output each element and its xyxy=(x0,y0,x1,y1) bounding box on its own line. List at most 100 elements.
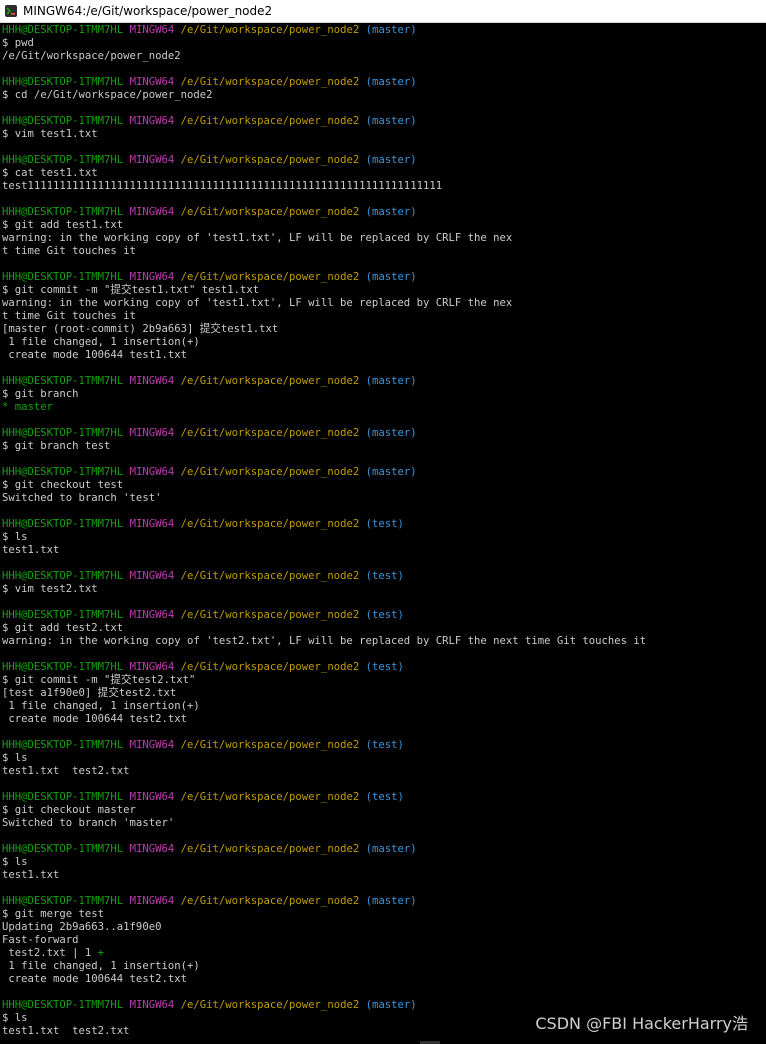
command-line: $ git commit -m "提交test1.txt" test1.txt xyxy=(2,284,260,296)
prompt-line: HHH@DESKTOP-1TMM7HL MINGW64 /e/Git/works… xyxy=(2,609,766,622)
prompt-branch: (master) xyxy=(365,154,417,166)
prompt-env: MINGW64 xyxy=(129,375,175,387)
prompt-line: HHH@DESKTOP-1TMM7HL MINGW64 /e/Git/works… xyxy=(2,518,766,531)
prompt-path: /e/Git/workspace/power_node2 xyxy=(180,206,360,218)
output-line: create mode 100644 test2.txt xyxy=(2,713,187,725)
prompt-env: MINGW64 xyxy=(129,609,175,621)
output-line: create mode 100644 test2.txt xyxy=(2,973,187,985)
prompt-line: HHH@DESKTOP-1TMM7HL MINGW64 /e/Git/works… xyxy=(2,206,766,219)
command-line: $ ls xyxy=(2,531,28,543)
output-line: Switched to branch 'test' xyxy=(2,492,162,504)
command-line: $ cd /e/Git/workspace/power_node2 xyxy=(2,89,213,101)
output-line: /e/Git/workspace/power_node2 xyxy=(2,50,181,62)
command-line: $ git branch test xyxy=(2,440,111,452)
prompt-env: MINGW64 xyxy=(129,843,175,855)
prompt-user-host: HHH@DESKTOP-1TMM7HL xyxy=(2,661,124,673)
output-line: test1.txt test2.txt xyxy=(2,765,130,777)
output-line: test111111111111111111111111111111111111… xyxy=(2,180,443,192)
prompt-env: MINGW64 xyxy=(129,466,175,478)
prompt-env: MINGW64 xyxy=(129,24,175,36)
prompt-path: /e/Git/workspace/power_node2 xyxy=(180,518,360,530)
prompt-env: MINGW64 xyxy=(129,518,175,530)
command-line: $ ls xyxy=(2,752,28,764)
prompt-line: HHH@DESKTOP-1TMM7HL MINGW64 /e/Git/works… xyxy=(2,427,766,440)
command-line: $ git checkout test xyxy=(2,479,124,491)
prompt-user-host: HHH@DESKTOP-1TMM7HL xyxy=(2,739,124,751)
output-line: t time Git touches it xyxy=(2,245,136,257)
prompt-env: MINGW64 xyxy=(129,76,175,88)
prompt-user-host: HHH@DESKTOP-1TMM7HL xyxy=(2,115,124,127)
command-line: $ git branch xyxy=(2,388,79,400)
prompt-branch: (master) xyxy=(365,466,417,478)
prompt-env: MINGW64 xyxy=(129,570,175,582)
prompt-env: MINGW64 xyxy=(129,895,175,907)
prompt-branch: (test) xyxy=(365,609,404,621)
prompt-user-host: HHH@DESKTOP-1TMM7HL xyxy=(2,466,124,478)
prompt-env: MINGW64 xyxy=(129,791,175,803)
prompt-env: MINGW64 xyxy=(129,661,175,673)
output-line: 1 file changed, 1 insertion(+) xyxy=(2,960,200,972)
prompt-user-host: HHH@DESKTOP-1TMM7HL xyxy=(2,271,124,283)
prompt-path: /e/Git/workspace/power_node2 xyxy=(180,154,360,166)
prompt-line: HHH@DESKTOP-1TMM7HL MINGW64 /e/Git/works… xyxy=(2,739,766,752)
command-line: $ vim test2.txt xyxy=(2,583,98,595)
terminal-window: MINGW64:/e/Git/workspace/power_node2 HHH… xyxy=(0,0,766,1044)
command-line: $ git merge test xyxy=(2,908,105,920)
output-line: test1.txt xyxy=(2,544,60,556)
command-line: $ pwd xyxy=(2,37,34,49)
prompt-env: MINGW64 xyxy=(129,271,175,283)
output-line: 1 file changed, 1 insertion(+) xyxy=(2,336,200,348)
prompt-branch: (test) xyxy=(365,791,404,803)
prompt-line: HHH@DESKTOP-1TMM7HL MINGW64 /e/Git/works… xyxy=(2,791,766,804)
prompt-branch: (test) xyxy=(365,518,404,530)
prompt-path: /e/Git/workspace/power_node2 xyxy=(180,570,360,582)
command-line: $ vim test1.txt xyxy=(2,128,98,140)
git-bash-icon xyxy=(4,4,18,18)
current-branch-line: * master xyxy=(2,401,766,414)
diffstat-line: test2.txt | 1 + xyxy=(2,947,766,960)
prompt-path: /e/Git/workspace/power_node2 xyxy=(180,609,360,621)
prompt-line: HHH@DESKTOP-1TMM7HL MINGW64 /e/Git/works… xyxy=(2,570,766,583)
prompt-path: /e/Git/workspace/power_node2 xyxy=(180,427,360,439)
prompt-user-host: HHH@DESKTOP-1TMM7HL xyxy=(2,24,124,36)
output-line: Switched to branch 'master' xyxy=(2,817,175,829)
prompt-env: MINGW64 xyxy=(129,154,175,166)
terminal-output[interactable]: HHH@DESKTOP-1TMM7HL MINGW64 /e/Git/works… xyxy=(0,24,766,1044)
prompt-branch: (master) xyxy=(365,999,417,1011)
prompt-path: /e/Git/workspace/power_node2 xyxy=(180,76,360,88)
prompt-env: MINGW64 xyxy=(129,999,175,1011)
prompt-user-host: HHH@DESKTOP-1TMM7HL xyxy=(2,76,124,88)
prompt-branch: (test) xyxy=(365,661,404,673)
output-line: Fast-forward xyxy=(2,934,79,946)
command-line: $ git add test2.txt xyxy=(2,622,124,634)
prompt-path: /e/Git/workspace/power_node2 xyxy=(180,24,360,36)
prompt-branch: (master) xyxy=(365,843,417,855)
prompt-path: /e/Git/workspace/power_node2 xyxy=(180,661,360,673)
prompt-branch: (master) xyxy=(365,206,417,218)
prompt-env: MINGW64 xyxy=(129,739,175,751)
prompt-branch: (master) xyxy=(365,24,417,36)
command-line: $ git commit -m "提交test2.txt" xyxy=(2,674,196,686)
prompt-env: MINGW64 xyxy=(129,115,175,127)
prompt-path: /e/Git/workspace/power_node2 xyxy=(180,739,360,751)
prompt-branch: (master) xyxy=(365,375,417,387)
command-line: $ cat test1.txt xyxy=(2,167,98,179)
prompt-path: /e/Git/workspace/power_node2 xyxy=(180,999,360,1011)
prompt-line: HHH@DESKTOP-1TMM7HL MINGW64 /e/Git/works… xyxy=(2,154,766,167)
title-bar[interactable]: MINGW64:/e/Git/workspace/power_node2 xyxy=(0,0,766,23)
output-line: test1.txt xyxy=(2,869,60,881)
prompt-user-host: HHH@DESKTOP-1TMM7HL xyxy=(2,843,124,855)
prompt-line: HHH@DESKTOP-1TMM7HL MINGW64 /e/Git/works… xyxy=(2,115,766,128)
prompt-path: /e/Git/workspace/power_node2 xyxy=(180,466,360,478)
prompt-branch: (master) xyxy=(365,115,417,127)
